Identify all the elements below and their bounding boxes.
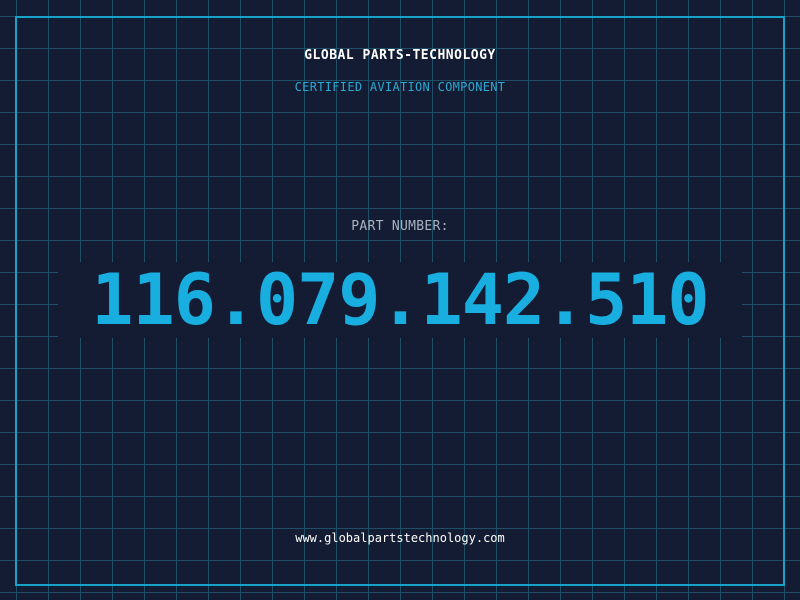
brand-subtitle: CERTIFIED AVIATION COMPONENT (294, 80, 506, 94)
part-number-value: 116.079.142.510 (91, 259, 709, 341)
part-number-label: PART NUMBER: (351, 219, 449, 234)
website-url: www.globalpartstechnology.com (295, 531, 505, 545)
brand-title: GLOBAL PARTS-TECHNOLOGY (304, 48, 496, 63)
part-certificate: GLOBAL PARTS-TECHNOLOGY CERTIFIED AVIATI… (0, 0, 800, 600)
